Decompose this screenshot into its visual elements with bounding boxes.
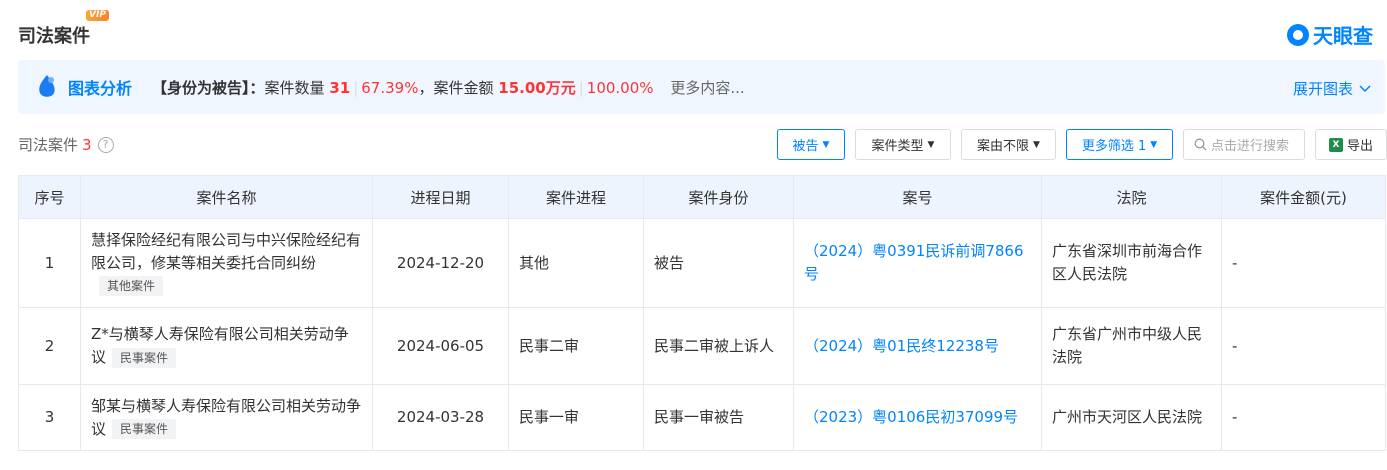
case-type-tag: 民事案件	[112, 347, 177, 368]
case-name-cell[interactable]: 邹某与横琴人寿保险有限公司相关劳动争议 民事案件	[80, 384, 373, 451]
court-name: 广东省深圳市前海合作区人民法院	[1041, 218, 1222, 308]
search-icon	[1194, 138, 1207, 151]
amount-pct: 100.00%	[586, 78, 654, 97]
table-row: 2 Z*与横琴人寿保险有限公司相关劳动争议 民事案件 2024-06-05 民事二…	[18, 307, 1386, 385]
table-row: 1 慧择保险经纪有限公司与中兴保险经纪有限公司，修某等相关委托合同纠纷 其他案件…	[18, 218, 1386, 308]
divider: |	[578, 78, 584, 97]
caret-down-icon: ▼	[1033, 139, 1040, 150]
count-value: 31	[329, 78, 351, 97]
filter-bar: 被告 ▼ 案件类型 ▼ 案由不限 ▼ 更多筛选 1 ▼ 点击进行搜索 X 导出	[777, 129, 1387, 160]
case-name[interactable]: 慧择保险经纪有限公司与中兴保险经纪有限公司，修某等相关委托合同纠纷	[91, 231, 361, 272]
case-amount: -	[1221, 218, 1386, 308]
search-input[interactable]: 点击进行搜索	[1183, 129, 1305, 160]
search-placeholder: 点击进行搜索	[1211, 139, 1290, 154]
cases-table: 序号 案件名称 进程日期 案件进程 案件身份 案号 法院 案件金额(元) 1 慧…	[18, 175, 1386, 451]
case-number-link[interactable]: （2024）粤0391民诉前调7866号	[793, 218, 1042, 308]
expand-chart-label: 展开图表	[1292, 80, 1353, 98]
case-type-label: 案件类型	[871, 139, 924, 154]
case-number-link[interactable]: （2024）粤01民终12238号	[793, 307, 1042, 385]
case-count-label: 司法案件	[18, 136, 79, 154]
col-header: 序号	[18, 175, 81, 219]
case-amount: -	[1221, 307, 1386, 385]
case-role: 民事一审被告	[643, 384, 794, 451]
caret-down-icon: ▼	[822, 139, 830, 150]
court-name: 广东省广州市中级人民法院	[1041, 307, 1222, 385]
chevron-down-icon	[1359, 84, 1371, 92]
case-name-cell[interactable]: Z*与横琴人寿保险有限公司相关劳动争议 民事案件	[80, 307, 373, 385]
chart-analysis-icon	[39, 75, 55, 97]
amount-label: ，案件金额	[418, 78, 494, 97]
case-stage: 民事二审	[508, 307, 644, 385]
col-header: 案件金额(元)	[1221, 175, 1386, 219]
help-icon[interactable]: ?	[97, 136, 114, 153]
amount-value: 15.00万元	[498, 78, 576, 97]
banner-summary: 【身份为被告】：案件数量 31 | 67.39%，案件金额 15.00万元 | 100.…	[152, 77, 745, 98]
caret-down-icon: ▼	[927, 139, 935, 150]
role-filter-dropdown[interactable]: 被告 ▼	[777, 129, 845, 160]
col-header: 案件名称	[80, 175, 373, 219]
case-type-tag: 其他案件	[99, 276, 164, 296]
col-header: 进程日期	[372, 175, 509, 219]
export-button[interactable]: X 导出	[1315, 129, 1387, 160]
more-content-link[interactable]: 更多内容...	[670, 79, 744, 97]
cause-label: 案由不限	[977, 139, 1030, 154]
count-label: 案件数量	[264, 78, 325, 97]
row-number: 1	[18, 218, 81, 308]
case-role: 被告	[643, 218, 794, 308]
chart-analysis-title: 图表分析	[68, 79, 133, 98]
brand-name: 天眼查	[1313, 24, 1373, 48]
brand-logo[interactable]: 天眼查	[1287, 20, 1373, 49]
expand-chart-button[interactable]: 展开图表	[1293, 78, 1371, 99]
col-header: 案件进程	[508, 175, 644, 219]
case-type-tag: 民事案件	[112, 419, 177, 439]
case-count: 司法案件 3 ?	[18, 134, 114, 155]
page-title: 司法案件	[18, 26, 90, 47]
page-header: 司法案件 VIP 天眼查	[18, 0, 1387, 56]
more-filters-label: 更多筛选 1	[1081, 139, 1147, 154]
table-header-row: 序号 案件名称 进程日期 案件进程 案件身份 案号 法院 案件金额(元)	[18, 175, 1386, 219]
count-pct: 67.39%	[361, 78, 419, 97]
case-amount: -	[1221, 384, 1386, 451]
case-name-cell[interactable]: 慧择保险经纪有限公司与中兴保险经纪有限公司，修某等相关委托合同纠纷 其他案件	[80, 218, 373, 308]
role-label: 【身份为被告】：	[152, 78, 265, 97]
process-date: 2024-12-20	[372, 218, 509, 308]
court-name: 广州市天河区人民法院	[1041, 384, 1222, 451]
case-type-dropdown[interactable]: 案件类型 ▼	[855, 129, 951, 160]
case-stage: 其他	[508, 218, 644, 308]
more-filters-dropdown[interactable]: 更多筛选 1 ▼	[1066, 129, 1173, 160]
divider: |	[353, 78, 359, 97]
case-number-link[interactable]: （2023）粤0106民初37099号	[793, 384, 1042, 451]
row-number: 3	[18, 384, 81, 451]
export-label: 导出	[1346, 139, 1373, 154]
excel-icon: X	[1328, 137, 1343, 152]
col-header: 案件身份	[643, 175, 794, 219]
tianyancha-logo-icon	[1287, 23, 1309, 46]
row-number: 2	[18, 307, 81, 385]
col-header: 法院	[1041, 175, 1222, 219]
caret-down-icon: ▼	[1150, 139, 1158, 150]
chart-analysis-banner: 图表分析 【身份为被告】：案件数量 31 | 67.39%，案件金额 15.00万元…	[18, 60, 1385, 114]
process-date: 2024-06-05	[372, 307, 509, 385]
table-row: 3 邹某与横琴人寿保险有限公司相关劳动争议 民事案件 2024-03-28 民事一…	[18, 384, 1386, 451]
cause-dropdown[interactable]: 案由不限 ▼	[961, 129, 1056, 160]
role-filter-label: 被告	[792, 139, 819, 154]
case-role: 民事二审被上诉人	[643, 307, 794, 385]
vip-badge: VIP	[86, 10, 109, 21]
case-count-value: 3	[82, 135, 92, 154]
case-stage: 民事一审	[508, 384, 644, 451]
col-header: 案号	[793, 175, 1042, 219]
process-date: 2024-03-28	[372, 384, 509, 451]
